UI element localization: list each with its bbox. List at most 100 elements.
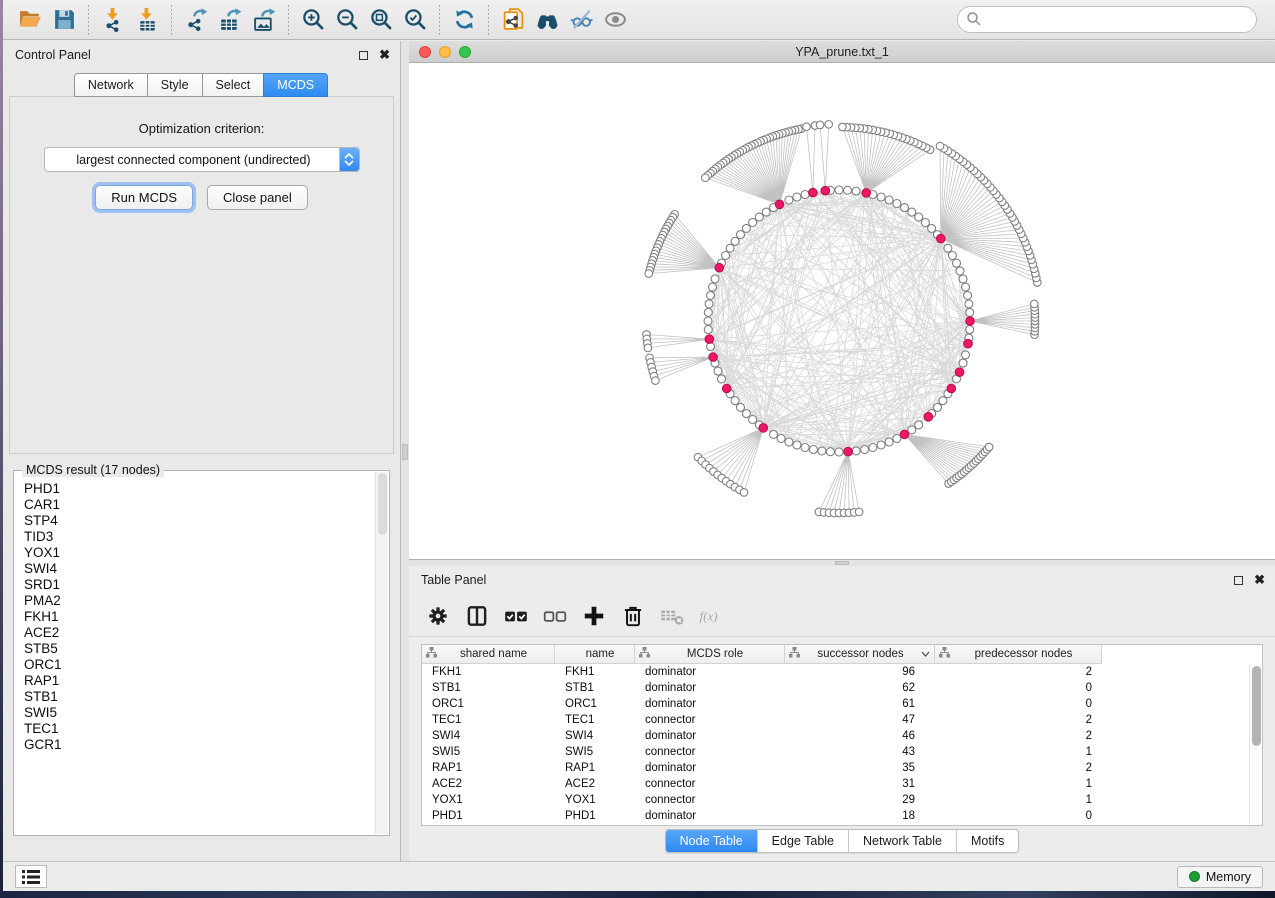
mcds-result-item[interactable]: PHD1: [24, 481, 366, 497]
table-row[interactable]: TEC1TEC1connector472: [422, 712, 1262, 728]
cell: dominator: [635, 808, 785, 824]
cell: 2: [935, 712, 1102, 728]
deselect-all-columns-icon[interactable]: [538, 599, 572, 633]
mcds-result-item[interactable]: ORC1: [24, 657, 366, 673]
optimization-criterion-label: Optimization criterion:: [10, 121, 393, 136]
table-row[interactable]: STB1STB1dominator620: [422, 680, 1262, 696]
table-row[interactable]: YOX1YOX1connector291: [422, 792, 1262, 808]
cell: 18: [785, 808, 935, 824]
tab-network[interactable]: Network: [74, 73, 148, 97]
mcds-list-scrollbar[interactable]: [375, 472, 388, 834]
float-table-panel-icon[interactable]: [1234, 576, 1243, 585]
mcds-result-item[interactable]: TEC1: [24, 721, 366, 737]
mcds-result-item[interactable]: PMA2: [24, 593, 366, 609]
column-header-shared-name[interactable]: shared name: [422, 645, 555, 664]
search-input[interactable]: [957, 6, 1257, 33]
mcds-result-item[interactable]: GCR1: [24, 737, 366, 753]
table-row[interactable]: SWI5SWI5connector431: [422, 744, 1262, 760]
mcds-result-item[interactable]: STP4: [24, 513, 366, 529]
mcds-result-item[interactable]: RAP1: [24, 673, 366, 689]
mcds-result-item[interactable]: STB5: [24, 641, 366, 657]
toolbar-separator: [488, 5, 489, 35]
mcds-result-item[interactable]: YOX1: [24, 545, 366, 561]
mcds-result-item[interactable]: ACE2: [24, 625, 366, 641]
mcds-result-item[interactable]: STB1: [24, 689, 366, 705]
shared-column-icon: [639, 647, 650, 661]
cell: ORC1: [555, 696, 635, 712]
mcds-result-item[interactable]: CAR1: [24, 497, 366, 513]
tab-mcds[interactable]: MCDS: [263, 73, 328, 97]
mcds-result-group: MCDS result (17 nodes) PHD1CAR1STP4TID3Y…: [13, 470, 390, 836]
cell: SWI5: [422, 744, 555, 760]
mcds-result-item[interactable]: TID3: [24, 529, 366, 545]
cell: connector: [635, 744, 785, 760]
cell: ORC1: [422, 696, 555, 712]
tab-edge-table[interactable]: Edge Table: [757, 830, 848, 852]
table-row[interactable]: ORC1ORC1dominator610: [422, 696, 1262, 712]
refresh-icon[interactable]: [447, 4, 481, 36]
save-icon[interactable]: [47, 4, 81, 36]
table-row[interactable]: ACE2ACE2connector311: [422, 776, 1262, 792]
mcds-result-item[interactable]: SWI4: [24, 561, 366, 577]
export-table-icon[interactable]: [213, 4, 247, 36]
control-panel-title: Control Panel: [15, 48, 91, 62]
memory-button[interactable]: Memory: [1177, 866, 1263, 888]
show-columns-icon[interactable]: [460, 599, 494, 633]
show-eye-icon[interactable]: [598, 4, 632, 36]
binoculars-icon[interactable]: [530, 4, 564, 36]
tab-motifs[interactable]: Motifs: [956, 830, 1018, 852]
delete-columns-icon[interactable]: [616, 599, 650, 633]
search-box: [957, 6, 1257, 33]
tab-network-table[interactable]: Network Table: [848, 830, 956, 852]
mcds-result-list: PHD1CAR1STP4TID3YOX1SWI4SRD1PMA2FKH1ACE2…: [15, 472, 375, 834]
dropdown-stepper-icon: [339, 147, 359, 172]
cell: connector: [635, 792, 785, 808]
table-scrollbar[interactable]: [1249, 664, 1262, 825]
export-network-icon[interactable]: [179, 4, 213, 36]
table-options-gear-icon[interactable]: [421, 599, 455, 633]
main-toolbar: [3, 0, 1275, 40]
float-panel-icon[interactable]: [359, 51, 368, 60]
column-header-MCDS-role[interactable]: MCDS role: [635, 645, 785, 664]
table-row[interactable]: RAP1RAP1dominator352: [422, 760, 1262, 776]
close-panel-icon[interactable]: ✖: [379, 50, 390, 60]
tab-style[interactable]: Style: [147, 73, 203, 97]
mcds-result-item[interactable]: FKH1: [24, 609, 366, 625]
close-table-panel-icon[interactable]: ✖: [1254, 575, 1265, 585]
cytoscape-window: Control Panel ✖ NetworkStyleSelectMCDS O…: [3, 0, 1275, 891]
import-table-icon[interactable]: [130, 4, 164, 36]
search-icon: [966, 11, 982, 32]
mcds-result-item[interactable]: SWI5: [24, 705, 366, 721]
mcds-result-item[interactable]: SRD1: [24, 577, 366, 593]
tab-node-table[interactable]: Node Table: [666, 830, 757, 852]
tab-select[interactable]: Select: [202, 73, 265, 97]
open-folder-icon[interactable]: [13, 4, 47, 36]
export-image-icon[interactable]: [247, 4, 281, 36]
vertical-splitter[interactable]: [401, 41, 409, 861]
column-header-successor-nodes[interactable]: successor nodes: [785, 645, 935, 664]
network-canvas: [409, 63, 1275, 559]
cell: dominator: [635, 728, 785, 744]
share-document-icon[interactable]: [496, 4, 530, 36]
run-mcds-button[interactable]: Run MCDS: [95, 185, 193, 210]
add-column-icon[interactable]: [577, 599, 611, 633]
zoom-out-icon[interactable]: [330, 4, 364, 36]
import-network-icon[interactable]: [96, 4, 130, 36]
task-history-button[interactable]: [15, 865, 47, 888]
zoom-selected-icon[interactable]: [398, 4, 432, 36]
hide-glasses-icon[interactable]: [564, 4, 598, 36]
column-header-predecessor-nodes[interactable]: predecessor nodes: [935, 645, 1102, 664]
toolbar-separator: [439, 5, 440, 35]
criterion-dropdown[interactable]: largest connected component (undirected): [44, 147, 360, 172]
table-row[interactable]: SWI4SWI4dominator462: [422, 728, 1262, 744]
cell: dominator: [635, 680, 785, 696]
zoom-in-icon[interactable]: [296, 4, 330, 36]
zoom-fit-icon[interactable]: [364, 4, 398, 36]
cell: 2: [935, 664, 1102, 680]
close-panel-button[interactable]: Close panel: [207, 185, 308, 210]
network-graph[interactable]: [409, 63, 1275, 559]
table-row[interactable]: FKH1FKH1dominator962: [422, 664, 1262, 680]
column-header-name[interactable]: name: [555, 645, 635, 664]
select-all-columns-icon[interactable]: [499, 599, 533, 633]
table-row[interactable]: PHD1PHD1dominator180: [422, 808, 1262, 824]
